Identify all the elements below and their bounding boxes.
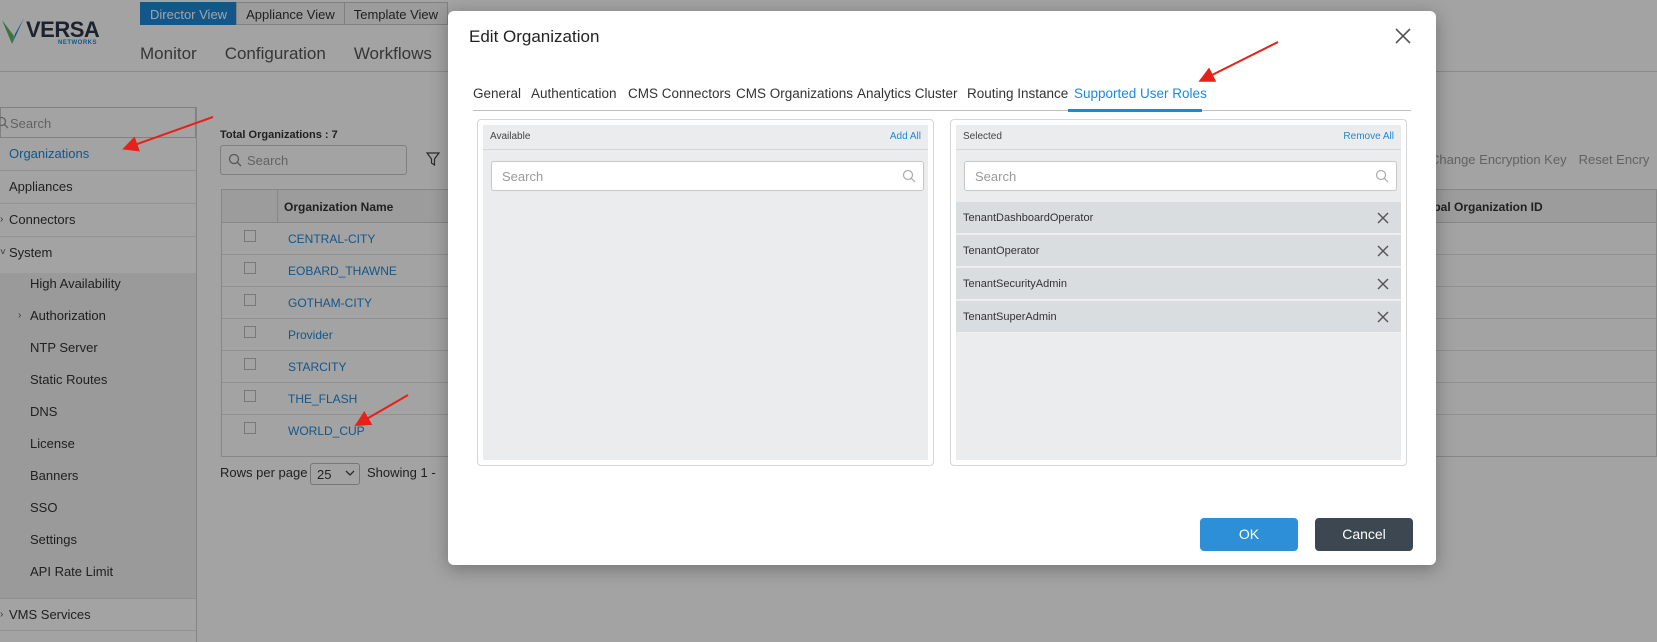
tab-routing-instance[interactable]: Routing Instance [967,86,1068,101]
role-name: TenantDashboardOperator [963,212,1094,224]
selected-label: Selected [963,131,1002,142]
remove-all-button[interactable]: Remove All [1343,131,1394,142]
dialog-tabs: General Authentication CMS Connectors CM… [473,69,1411,112]
cancel-button[interactable]: Cancel [1315,518,1413,551]
selected-role-item[interactable]: TenantSuperAdmin [956,301,1401,333]
ok-button[interactable]: OK [1200,518,1298,551]
selected-header: Selected Remove All [956,125,1401,150]
tab-supported-user-roles[interactable]: Supported User Roles [1074,86,1207,101]
remove-icon[interactable] [1377,311,1389,323]
search-icon [902,169,916,183]
selected-role-item[interactable]: TenantDashboardOperator [956,202,1401,234]
selected-role-item[interactable]: TenantSecurityAdmin [956,268,1401,300]
role-name: TenantOperator [963,245,1040,257]
selected-role-item[interactable]: TenantOperator [956,235,1401,267]
role-name: TenantSuperAdmin [963,311,1057,323]
selected-search-placeholder: Search [975,169,1017,184]
available-roles-list: Available Add All Search [483,125,928,460]
active-tab-indicator [1068,109,1202,112]
selected-roles-list: Selected Remove All Search TenantDashboa… [956,125,1401,460]
available-roles-panel: Available Add All Search [477,119,934,466]
selected-roles-panel: Selected Remove All Search TenantDashboa… [950,119,1407,466]
available-search-input[interactable]: Search [491,161,924,191]
add-all-button[interactable]: Add All [890,131,921,142]
available-label: Available [490,131,531,142]
edit-organization-dialog: Edit Organization General Authentication… [448,11,1436,565]
available-search-placeholder: Search [502,169,544,184]
dialog-title: Edit Organization [469,27,600,46]
search-icon [1375,169,1389,183]
role-name: TenantSecurityAdmin [963,278,1067,290]
remove-icon[interactable] [1377,278,1389,290]
close-icon[interactable] [1393,26,1413,46]
tab-authentication[interactable]: Authentication [531,86,617,101]
selected-search-input[interactable]: Search [964,161,1397,191]
available-header: Available Add All [483,125,928,150]
tab-cms-organizations[interactable]: CMS Organizations [736,86,853,101]
remove-icon[interactable] [1377,212,1389,224]
tab-general[interactable]: General [473,86,521,101]
tab-cms-connectors[interactable]: CMS Connectors [628,86,731,101]
tab-analytics-cluster[interactable]: Analytics Cluster [857,86,958,101]
remove-icon[interactable] [1377,245,1389,257]
